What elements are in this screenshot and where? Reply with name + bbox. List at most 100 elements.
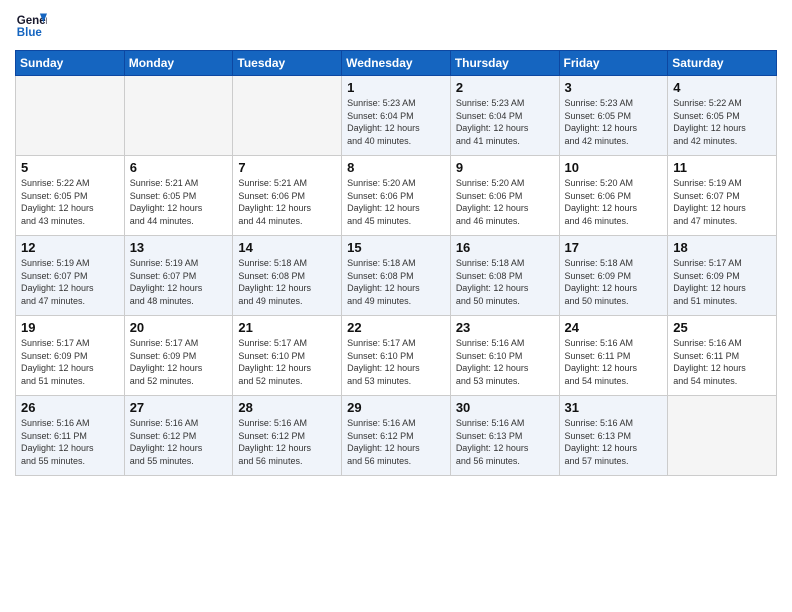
weekday-header: Wednesday [342,51,451,76]
day-number: 9 [456,160,554,175]
day-info: Sunrise: 5:21 AM Sunset: 6:05 PM Dayligh… [130,177,228,227]
page-container: General Blue SundayMondayTuesdayWednesda… [0,0,792,486]
day-info: Sunrise: 5:20 AM Sunset: 6:06 PM Dayligh… [347,177,445,227]
day-number: 17 [565,240,663,255]
day-info: Sunrise: 5:16 AM Sunset: 6:12 PM Dayligh… [238,417,336,467]
calendar-week-row: 12 Sunrise: 5:19 AM Sunset: 6:07 PM Dayli… [16,236,777,316]
day-info: Sunrise: 5:16 AM Sunset: 6:11 PM Dayligh… [21,417,119,467]
calendar-header-row: SundayMondayTuesdayWednesdayThursdayFrid… [16,51,777,76]
calendar-day-cell: 26 Sunrise: 5:16 AM Sunset: 6:11 PM Dayli… [16,396,125,476]
calendar-day-cell: 14 Sunrise: 5:18 AM Sunset: 6:08 PM Dayli… [233,236,342,316]
calendar-day-cell: 31 Sunrise: 5:16 AM Sunset: 6:13 PM Dayli… [559,396,668,476]
calendar-table: SundayMondayTuesdayWednesdayThursdayFrid… [15,50,777,476]
day-number: 23 [456,320,554,335]
day-number: 7 [238,160,336,175]
day-number: 30 [456,400,554,415]
day-number: 24 [565,320,663,335]
day-number: 22 [347,320,445,335]
weekday-header: Sunday [16,51,125,76]
calendar-day-cell: 8 Sunrise: 5:20 AM Sunset: 6:06 PM Daylig… [342,156,451,236]
weekday-header: Thursday [450,51,559,76]
day-number: 29 [347,400,445,415]
day-info: Sunrise: 5:16 AM Sunset: 6:11 PM Dayligh… [565,337,663,387]
calendar-day-cell: 18Sunrise: 5:17 AM Sunset: 6:09 PM Dayli… [668,236,777,316]
calendar-day-cell: 30 Sunrise: 5:16 AM Sunset: 6:13 PM Dayli… [450,396,559,476]
day-info: Sunrise: 5:17 AM Sunset: 6:10 PM Dayligh… [347,337,445,387]
day-number: 31 [565,400,663,415]
day-info: Sunrise: 5:16 AM Sunset: 6:11 PM Dayligh… [673,337,771,387]
calendar-week-row: 19Sunrise: 5:17 AM Sunset: 6:09 PM Dayli… [16,316,777,396]
day-info: Sunrise: 5:19 AM Sunset: 6:07 PM Dayligh… [130,257,228,307]
calendar-day-cell: 3 Sunrise: 5:23 AM Sunset: 6:05 PM Daylig… [559,76,668,156]
day-number: 6 [130,160,228,175]
logo-icon: General Blue [15,10,47,42]
day-number: 8 [347,160,445,175]
day-number: 21 [238,320,336,335]
day-number: 27 [130,400,228,415]
calendar-day-cell: 16 Sunrise: 5:18 AM Sunset: 6:08 PM Dayli… [450,236,559,316]
day-info: Sunrise: 5:22 AM Sunset: 6:05 PM Dayligh… [21,177,119,227]
day-number: 4 [673,80,771,95]
calendar-day-cell: 9 Sunrise: 5:20 AM Sunset: 6:06 PM Daylig… [450,156,559,236]
day-number: 3 [565,80,663,95]
day-info: Sunrise: 5:23 AM Sunset: 6:04 PM Dayligh… [347,97,445,147]
day-number: 11 [673,160,771,175]
calendar-day-cell [233,76,342,156]
day-number: 14 [238,240,336,255]
day-number: 25 [673,320,771,335]
calendar-week-row: 26 Sunrise: 5:16 AM Sunset: 6:11 PM Dayli… [16,396,777,476]
day-info: Sunrise: 5:23 AM Sunset: 6:05 PM Dayligh… [565,97,663,147]
day-info: Sunrise: 5:18 AM Sunset: 6:08 PM Dayligh… [456,257,554,307]
day-info: Sunrise: 5:18 AM Sunset: 6:08 PM Dayligh… [347,257,445,307]
day-number: 10 [565,160,663,175]
day-info: Sunrise: 5:16 AM Sunset: 6:13 PM Dayligh… [456,417,554,467]
calendar-day-cell [124,76,233,156]
calendar-day-cell: 12 Sunrise: 5:19 AM Sunset: 6:07 PM Dayli… [16,236,125,316]
day-info: Sunrise: 5:18 AM Sunset: 6:09 PM Dayligh… [565,257,663,307]
day-number: 1 [347,80,445,95]
day-number: 12 [21,240,119,255]
header: General Blue [15,10,777,42]
calendar-day-cell: 15 Sunrise: 5:18 AM Sunset: 6:08 PM Dayli… [342,236,451,316]
day-info: Sunrise: 5:20 AM Sunset: 6:06 PM Dayligh… [456,177,554,227]
weekday-header: Saturday [668,51,777,76]
day-number: 15 [347,240,445,255]
day-number: 2 [456,80,554,95]
day-info: Sunrise: 5:16 AM Sunset: 6:12 PM Dayligh… [130,417,228,467]
day-number: 13 [130,240,228,255]
day-info: Sunrise: 5:19 AM Sunset: 6:07 PM Dayligh… [673,177,771,227]
svg-text:Blue: Blue [17,27,43,39]
weekday-header: Friday [559,51,668,76]
day-info: Sunrise: 5:17 AM Sunset: 6:10 PM Dayligh… [238,337,336,387]
calendar-day-cell: 17 Sunrise: 5:18 AM Sunset: 6:09 PM Dayli… [559,236,668,316]
day-info: Sunrise: 5:17 AM Sunset: 6:09 PM Dayligh… [21,337,119,387]
day-number: 26 [21,400,119,415]
calendar-week-row: 5 Sunrise: 5:22 AM Sunset: 6:05 PM Daylig… [16,156,777,236]
day-info: Sunrise: 5:17 AM Sunset: 6:09 PM Dayligh… [673,257,771,307]
calendar-day-cell: 21 Sunrise: 5:17 AM Sunset: 6:10 PM Dayli… [233,316,342,396]
calendar-day-cell: 25 Sunrise: 5:16 AM Sunset: 6:11 PM Dayli… [668,316,777,396]
calendar-day-cell [16,76,125,156]
calendar-day-cell: 10Sunrise: 5:20 AM Sunset: 6:06 PM Dayli… [559,156,668,236]
day-info: Sunrise: 5:16 AM Sunset: 6:13 PM Dayligh… [565,417,663,467]
day-info: Sunrise: 5:22 AM Sunset: 6:05 PM Dayligh… [673,97,771,147]
calendar-day-cell: 19Sunrise: 5:17 AM Sunset: 6:09 PM Dayli… [16,316,125,396]
day-number: 20 [130,320,228,335]
calendar-week-row: 1 Sunrise: 5:23 AM Sunset: 6:04 PM Daylig… [16,76,777,156]
day-info: Sunrise: 5:19 AM Sunset: 6:07 PM Dayligh… [21,257,119,307]
day-info: Sunrise: 5:17 AM Sunset: 6:09 PM Dayligh… [130,337,228,387]
calendar-day-cell: 2Sunrise: 5:23 AM Sunset: 6:04 PM Daylig… [450,76,559,156]
calendar-day-cell: 13 Sunrise: 5:19 AM Sunset: 6:07 PM Dayli… [124,236,233,316]
day-number: 5 [21,160,119,175]
day-number: 16 [456,240,554,255]
calendar-day-cell: 20 Sunrise: 5:17 AM Sunset: 6:09 PM Dayli… [124,316,233,396]
day-info: Sunrise: 5:21 AM Sunset: 6:06 PM Dayligh… [238,177,336,227]
calendar-day-cell: 6 Sunrise: 5:21 AM Sunset: 6:05 PM Daylig… [124,156,233,236]
calendar-day-cell: 23Sunrise: 5:16 AM Sunset: 6:10 PM Dayli… [450,316,559,396]
weekday-header: Monday [124,51,233,76]
calendar-day-cell: 24 Sunrise: 5:16 AM Sunset: 6:11 PM Dayli… [559,316,668,396]
weekday-header: Tuesday [233,51,342,76]
calendar-day-cell: 4 Sunrise: 5:22 AM Sunset: 6:05 PM Daylig… [668,76,777,156]
calendar-day-cell: 27 Sunrise: 5:16 AM Sunset: 6:12 PM Dayli… [124,396,233,476]
day-info: Sunrise: 5:18 AM Sunset: 6:08 PM Dayligh… [238,257,336,307]
